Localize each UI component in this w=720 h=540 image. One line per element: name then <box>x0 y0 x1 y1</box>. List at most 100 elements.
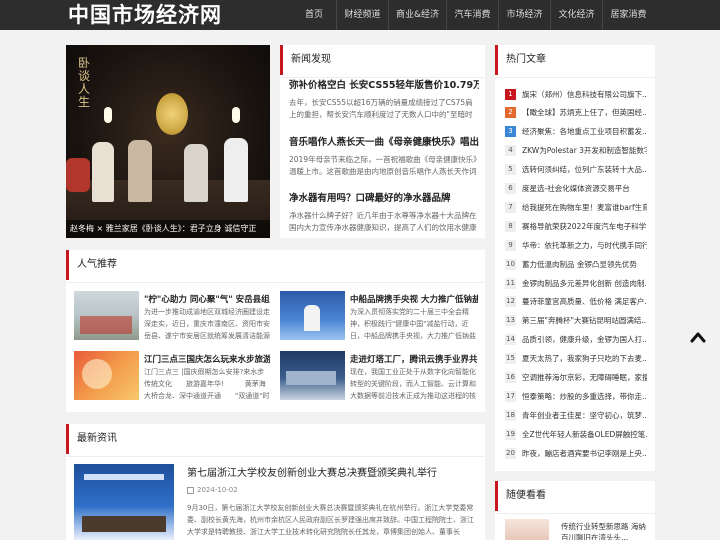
popular-title: 人气推荐 <box>66 250 117 280</box>
hot-article-title[interactable]: 蓄力低温肉制品 金锣凸显领先优势 <box>522 259 637 270</box>
hot-article-rank: 8 <box>505 220 516 232</box>
hot-article-title[interactable]: 华帝：依托革新之力，与时代携手同行 <box>522 240 647 251</box>
hot-article-title[interactable]: 品质引领，健康升级，金锣为国人打... <box>522 334 647 345</box>
news-discovery-card: 新闻发现 弥补价格空白 长安CS55轻年版售价10.79万元 去年，长安CS55… <box>280 45 485 238</box>
hot-article-title[interactable]: 蔓诗菲童宫高质量、低价格 满足客户... <box>522 296 647 307</box>
hot-article-item[interactable]: 18 青年创业者王佳星：坚守初心，筑梦... <box>505 406 647 424</box>
latest-item-meta: 2024-10-02 <box>187 486 238 494</box>
popular-thumb[interactable] <box>74 351 139 400</box>
hero-flowers <box>66 158 90 192</box>
hot-article-item[interactable]: 3 经济聚焦：各地重点工业项目积蓄发... <box>505 123 647 141</box>
hot-article-item[interactable]: 5 选转何须纠结，位列广东装转十大品... <box>505 161 647 179</box>
hot-article-rank: 9 <box>505 239 516 251</box>
hot-article-title[interactable]: 【瞰全球】苏炳克上任了，但英国经... <box>522 107 647 118</box>
hot-article-title[interactable]: 恒泰策略：炒股的多重选择，带你走... <box>522 391 647 402</box>
hot-article-title[interactable]: 旗宋（郑州）信息科技有限公司旗下... <box>522 89 647 100</box>
nav-finance[interactable]: 财经频道 <box>336 0 388 30</box>
latest-item-date: 2024-10-02 <box>197 486 238 494</box>
hot-article-title[interactable]: 青年创业者王佳星：坚守初心，筑梦... <box>522 410 647 421</box>
hot-article-title[interactable]: 赛格导航荣获2022年度汽车电子科学... <box>522 221 647 232</box>
nav-culture[interactable]: 文化经济 <box>550 0 602 30</box>
hot-article-item[interactable]: 7 给我提死在购物车里！麦富谁barf生育... <box>505 198 647 216</box>
random-thumb[interactable] <box>505 519 549 540</box>
hot-article-title[interactable]: 选转何须纠结，位列广东装转十大品... <box>522 164 647 175</box>
random-title: 随便看看 <box>495 481 546 511</box>
hot-article-item[interactable]: 6 度星选-社会化媒体资源交易平台 <box>505 180 647 198</box>
hot-article-rank: 18 <box>505 409 516 421</box>
hero-moon-emblem <box>156 93 188 135</box>
nav-auto[interactable]: 汽车消费 <box>446 0 498 30</box>
hot-article-rank: 11 <box>505 277 516 289</box>
popular-item-title[interactable]: 江门三点三国庆怎么玩来水步旅游 <box>144 353 270 365</box>
back-to-top-icon[interactable] <box>690 330 706 344</box>
popular-card: 人气推荐 "柠"心助力 同心聚"气" 安岳县组织开展 为进一步推动成渝地区双城经… <box>66 250 485 412</box>
news-item-title[interactable]: 音乐唱作人燕长天一曲《母亲健康快乐》唱出万千儿女心声 <box>289 134 479 148</box>
hot-article-title[interactable]: ZKW为Polestar 3开发和制造智能数字灯 <box>522 145 647 156</box>
hot-article-rank: 14 <box>505 334 516 346</box>
hot-article-rank: 13 <box>505 315 516 327</box>
nav-home[interactable]: 首页 <box>292 0 336 30</box>
hot-article-item[interactable]: 13 第三届"奔腾杯"大赛钻昆明站圆满结... <box>505 312 647 330</box>
hero-calligraphy: 卧谈人生 <box>78 56 91 109</box>
hero-image[interactable]: 卧谈人生 赵冬梅 × 雅兰家居《卧谈人生》：君子立身 诚信守正 <box>66 45 270 238</box>
hot-article-item[interactable]: 19 全Z世代年轻人新装备OLED屏触控笔... <box>505 425 647 443</box>
popular-item-title[interactable]: "柠"心助力 同心聚"气" 安岳县组织开展 <box>144 293 270 305</box>
hot-article-title[interactable]: 金锣肉制品多元差异化创新 创造肉制... <box>522 278 647 289</box>
hot-article-rank: 7 <box>505 201 516 213</box>
hot-article-title[interactable]: 度星选-社会化媒体资源交易平台 <box>522 183 630 194</box>
hero-person <box>128 140 152 202</box>
hot-article-title[interactable]: 给我提死在购物车里！麦富谁barf生育... <box>522 202 647 213</box>
hot-article-rank: 17 <box>505 390 516 402</box>
hot-article-rank: 4 <box>505 145 516 157</box>
calendar-icon <box>187 486 194 494</box>
popular-thumb[interactable] <box>280 351 345 400</box>
news-item-desc: 净水器什么牌子好？近几年由于水尊等净水器十大品牌在国内大力宣传净水器健康知识，提… <box>289 211 477 232</box>
nav-business[interactable]: 商业&经济 <box>388 0 446 30</box>
news-item[interactable]: 弥补价格空白 长安CS55轻年版售价10.79万元 去年，长安CS55以超16万… <box>289 77 479 121</box>
latest-card: 最新资讯 第七届浙江大学校友创新创业大赛总决赛暨颁奖典礼举行 2024-10-0… <box>66 424 485 540</box>
latest-item-title[interactable]: 第七届浙江大学校友创新创业大赛总决赛暨颁奖典礼举行 <box>187 464 477 479</box>
hot-article-rank: 6 <box>505 183 516 194</box>
hot-article-item[interactable]: 15 夏天太热了，我家狗子只吃的下去麦... <box>505 350 647 368</box>
hot-article-rank: 5 <box>505 164 516 176</box>
hot-article-title[interactable]: 昨夜，蹦店者酒宾要书记李刚是上央... <box>522 448 647 459</box>
hot-article-item[interactable]: 14 品质引领，健康升级，金锣为国人打... <box>505 331 647 349</box>
hot-article-item[interactable]: 4 ZKW为Polestar 3开发和制造智能数字灯 <box>505 142 647 160</box>
hot-article-item[interactable]: 16 空调推荐海尔京彩，无障碍睡眠，家擅 <box>505 369 647 387</box>
divider <box>495 513 655 514</box>
hot-article-item[interactable]: 2 【瞰全球】苏炳克上任了，但英国经... <box>505 104 647 122</box>
news-item[interactable]: 净水器有用吗？口碑最好的净水器品牌 净水器什么牌子好？近几年由于水尊等净水器十大… <box>289 190 479 234</box>
hot-article-rank: 12 <box>505 296 516 308</box>
hot-article-item[interactable]: 1 旗宋（郑州）信息科技有限公司旗下... <box>505 85 647 103</box>
hot-article-title[interactable]: 空调推荐海尔京彩，无障碍睡眠，家擅 <box>522 372 647 383</box>
hot-article-title[interactable]: 第三届"奔腾杯"大赛钻昆明站圆满结... <box>522 315 647 326</box>
hot-article-item[interactable]: 11 金锣肉制品多元差异化创新 创造肉制... <box>505 274 647 292</box>
hot-article-title[interactable]: 全Z世代年轻人新装备OLED屏触控笔... <box>522 429 647 440</box>
divider <box>66 456 485 457</box>
hot-articles-title: 热门文章 <box>495 45 546 75</box>
hot-article-item[interactable]: 8 赛格导航荣获2022年度汽车电子科学... <box>505 217 647 235</box>
hero-lamp <box>232 107 240 123</box>
hot-article-item[interactable]: 10 蓄力低温肉制品 金锣凸显领先优势 <box>505 255 647 273</box>
popular-item-title[interactable]: 走进灯塔工厂，腾讯云携手业界共同探索 <box>350 353 478 365</box>
news-item-title[interactable]: 净水器有用吗？口碑最好的净水器品牌 <box>289 190 479 204</box>
top-navbar: 中国市场经济网 首页 财经频道 商业&经济 汽车消费 市场经济 文化经济 居家消… <box>0 0 720 30</box>
hot-article-item[interactable]: 12 蔓诗菲童宫高质量、低价格 满足客户... <box>505 293 647 311</box>
latest-thumb[interactable] <box>74 464 174 540</box>
hot-article-title[interactable]: 经济聚焦：各地重点工业项目积蓄发... <box>522 126 647 137</box>
nav-home-living[interactable]: 居家消费 <box>602 0 654 30</box>
news-item[interactable]: 音乐唱作人燕长天一曲《母亲健康快乐》唱出万千儿女心声 2019年母亲节来临之际，… <box>289 134 479 178</box>
popular-thumb[interactable] <box>280 291 345 340</box>
popular-thumb[interactable] <box>74 291 139 340</box>
news-item-desc: 去年，长安CS55以超16万辆的销量成绩接过了CS75肩上的重担，帮长安汽车顺利… <box>289 98 473 119</box>
popular-item-title[interactable]: 中船品牌携手央视 大力推广低钠盐 <box>350 293 478 305</box>
site-logo[interactable]: 中国市场经济网 <box>68 2 222 28</box>
hot-article-item[interactable]: 9 华帝：依托革新之力，与时代携手同行 <box>505 236 647 254</box>
hot-article-item[interactable]: 20 昨夜，蹦店者酒宾要书记李刚是上央... <box>505 444 647 462</box>
nav-market[interactable]: 市场经济 <box>498 0 550 30</box>
hot-article-title[interactable]: 夏天太热了，我家狗子只吃的下去麦... <box>522 353 647 364</box>
hero-caption[interactable]: 赵冬梅 × 雅兰家居《卧谈人生》：君子立身 诚信守正 <box>66 220 270 238</box>
news-item-title[interactable]: 弥补价格空白 长安CS55轻年版售价10.79万元 <box>289 77 479 91</box>
hot-article-item[interactable]: 17 恒泰策略：炒股的多重选择，带你走... <box>505 387 647 405</box>
random-item-title[interactable]: 传统行业转型新思路 海纳百川聊旧在湾头头... <box>561 521 649 540</box>
